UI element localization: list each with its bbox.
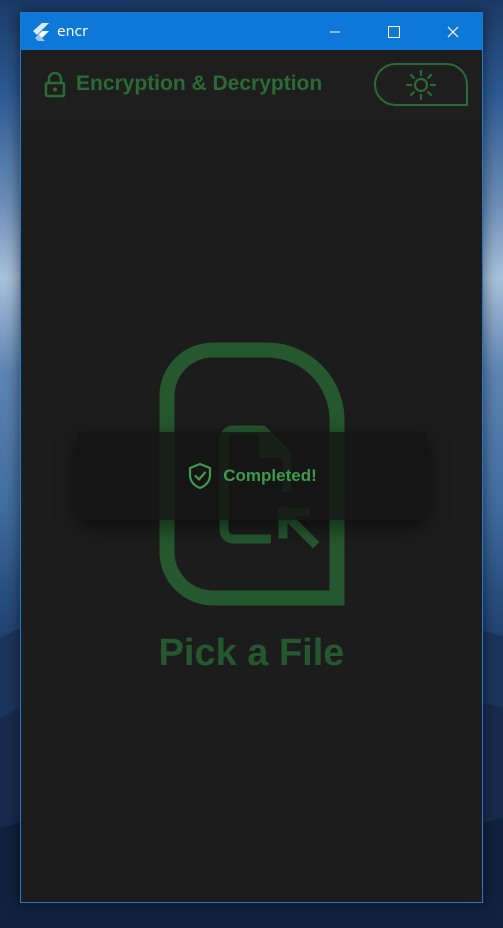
close-icon [447,26,458,37]
maximize-icon [387,25,400,38]
maximize-button[interactable] [364,13,423,50]
toast-message: Completed! [223,466,317,485]
minimize-button[interactable] [305,13,364,50]
shield-check-icon [189,462,212,490]
flutter-logo-icon [33,22,51,41]
sun-icon [405,69,437,100]
app-bar: Encryption & Decryption [21,50,482,120]
main-content: Pick a File Completed! [21,120,482,902]
completion-toast: Completed! [77,432,427,520]
window-title: encr [57,23,88,40]
pick-file-label: Pick a File [158,632,345,674]
minimize-icon [329,31,340,32]
theme-toggle-button[interactable] [374,63,468,106]
lock-icon [44,72,66,98]
app-title: Encryption & Decryption [76,72,323,95]
close-button[interactable] [423,13,482,50]
window-titlebar[interactable]: encr [21,13,482,50]
app-window: encr Encryption & Decryption Pick a File… [20,12,483,903]
window-controls [305,13,482,50]
desktop-background: encr Encryption & Decryption Pick a File… [0,0,503,928]
